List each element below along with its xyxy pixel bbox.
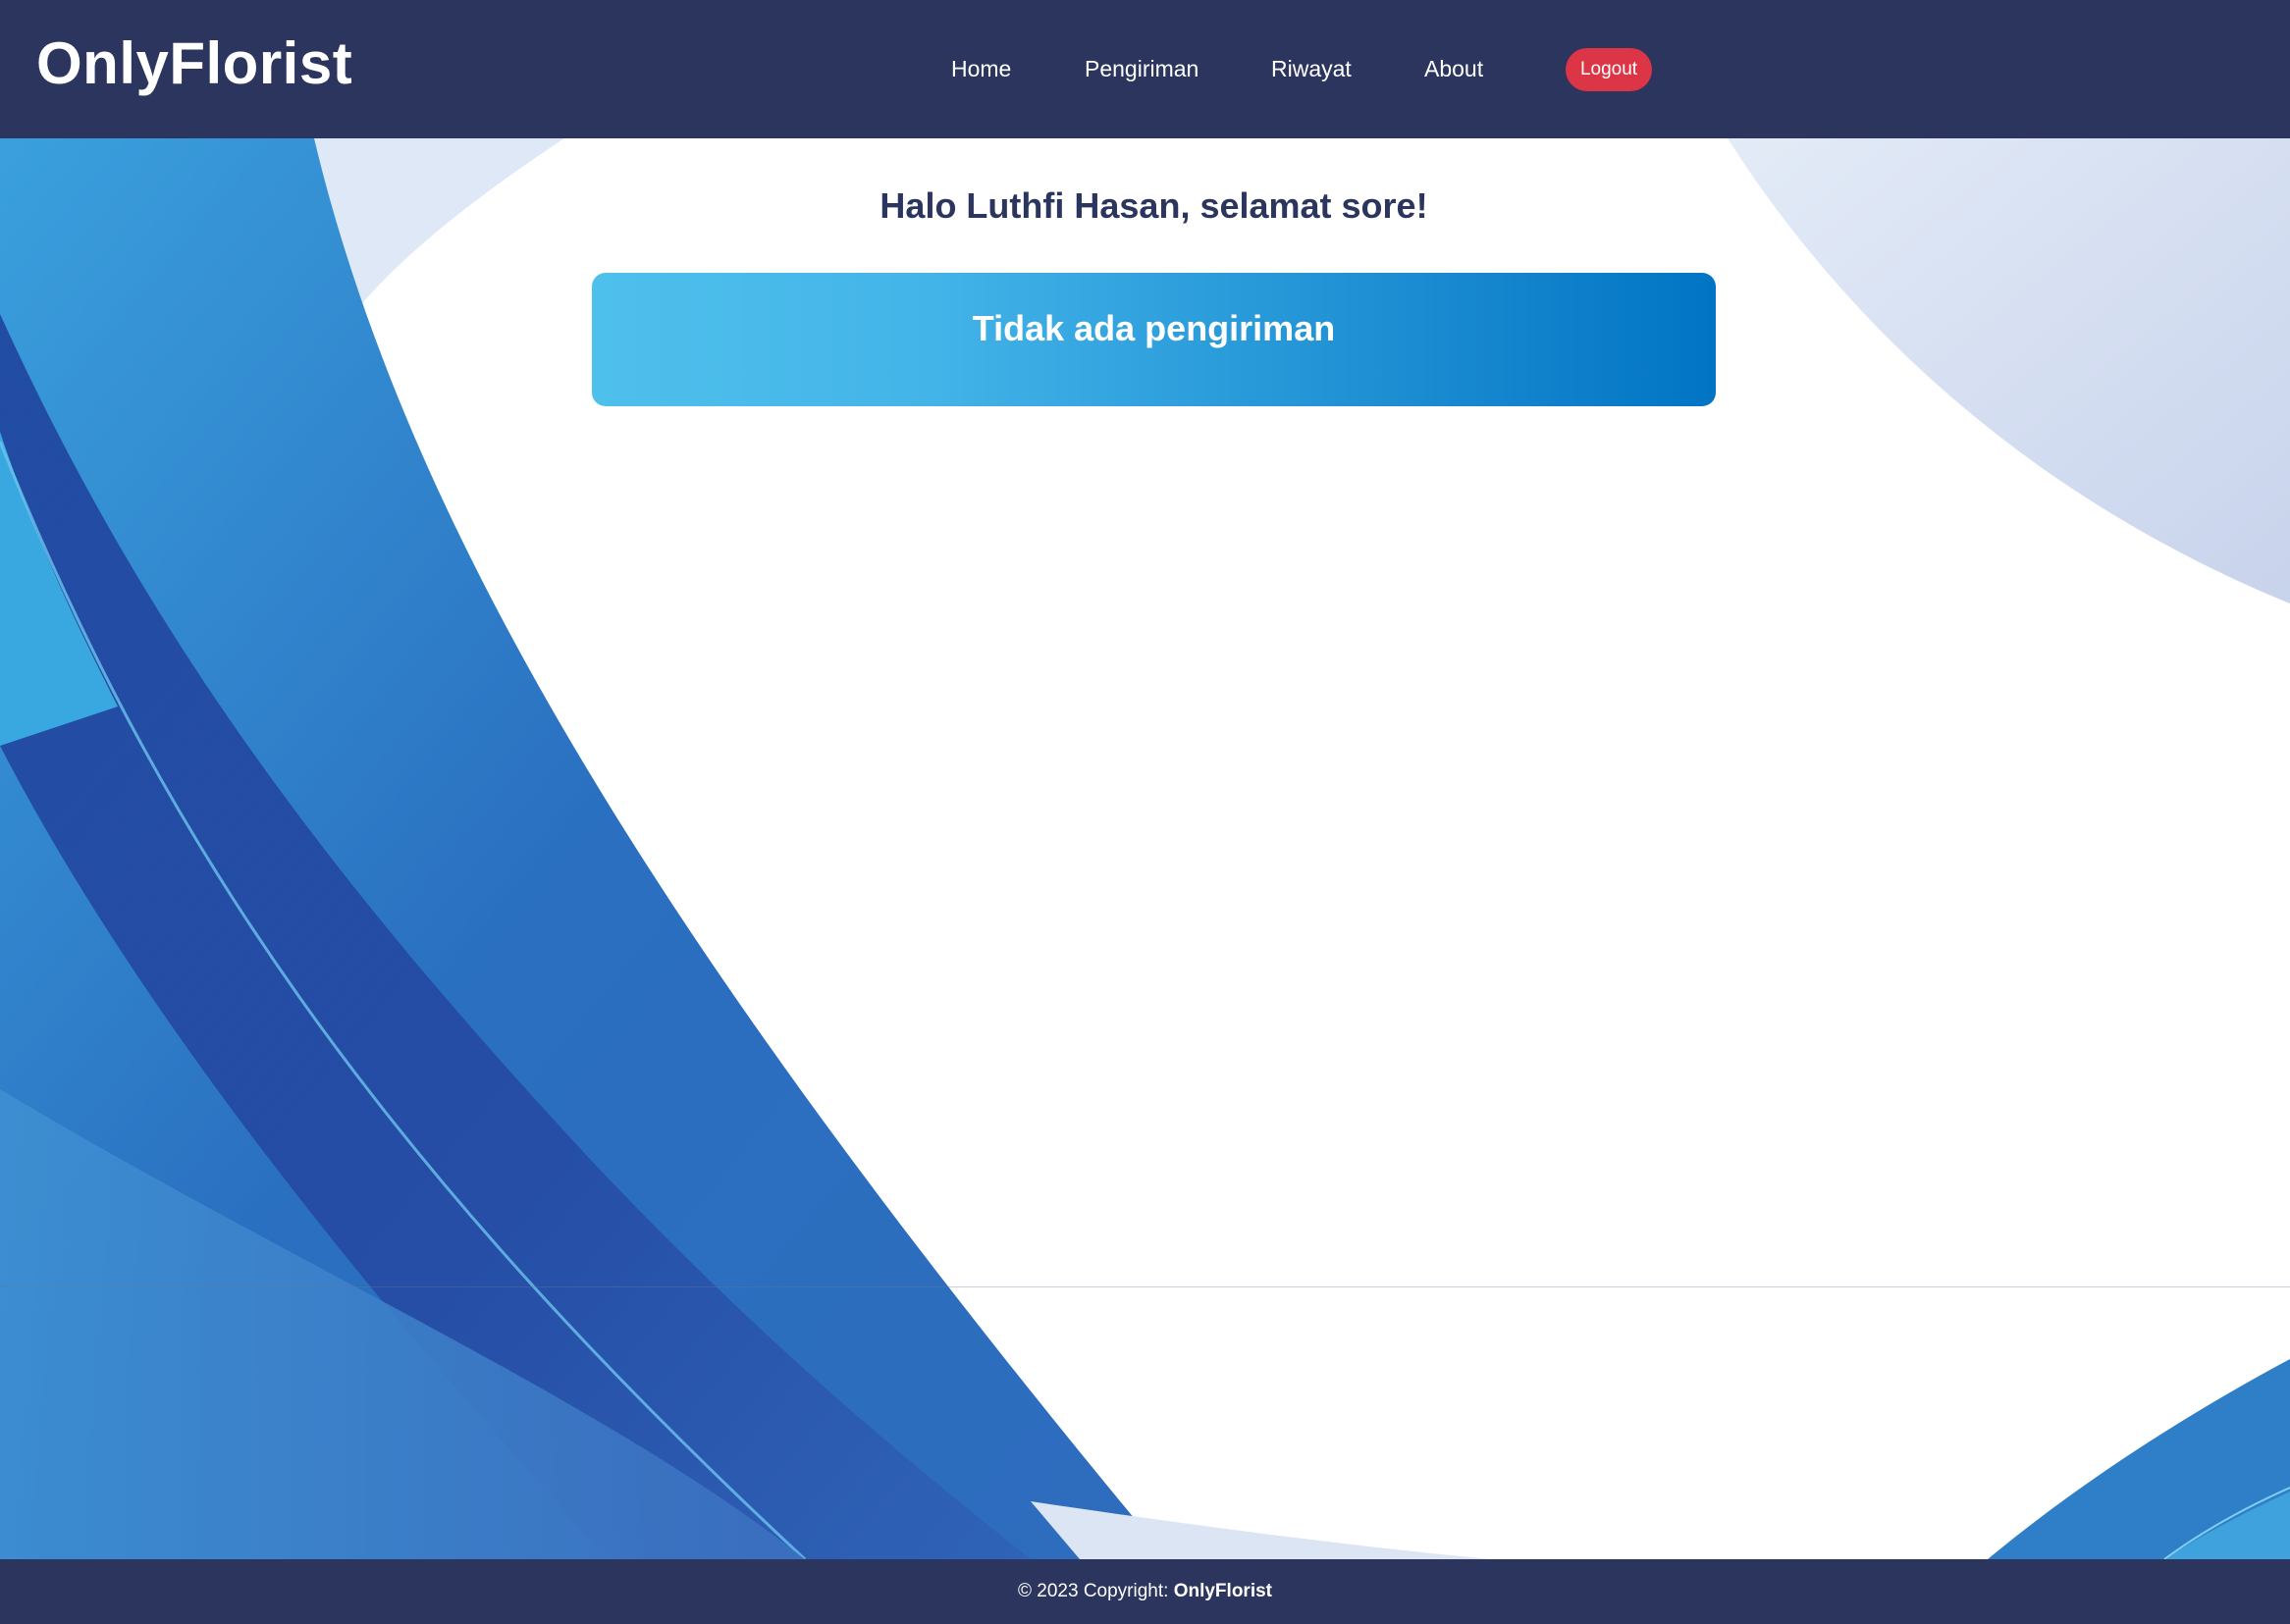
background-waves: [0, 138, 2290, 1561]
nav-about-link[interactable]: About: [1424, 53, 1483, 84]
nav-pengiriman-link[interactable]: Pengiriman: [1085, 53, 1198, 84]
content-divider: [0, 1286, 2290, 1287]
greeting-heading: Halo Luthfi Hasan, selamat sore!: [879, 185, 1428, 226]
footer: © 2023 Copyright: OnlyFlorist: [0, 1559, 2290, 1624]
footer-brand: OnlyFlorist: [1173, 1581, 1272, 1601]
nav-riwayat-link[interactable]: Riwayat: [1271, 53, 1352, 84]
empty-shipment-message: Tidak ada pengiriman: [972, 308, 1336, 348]
empty-shipment-card: Tidak ada pengiriman: [592, 273, 1716, 406]
footer-copyright-text: © 2023 Copyright:: [1018, 1581, 1174, 1601]
logout-button[interactable]: Logout: [1566, 48, 1652, 91]
footer-copyright: © 2023 Copyright: OnlyFlorist: [0, 1578, 2290, 1605]
top-navbar: OnlyFlorist Home Pengiriman Riwayat Abou…: [0, 0, 2290, 138]
brand-logo[interactable]: OnlyFlorist: [36, 29, 352, 98]
nav-home-link[interactable]: Home: [951, 53, 1011, 84]
